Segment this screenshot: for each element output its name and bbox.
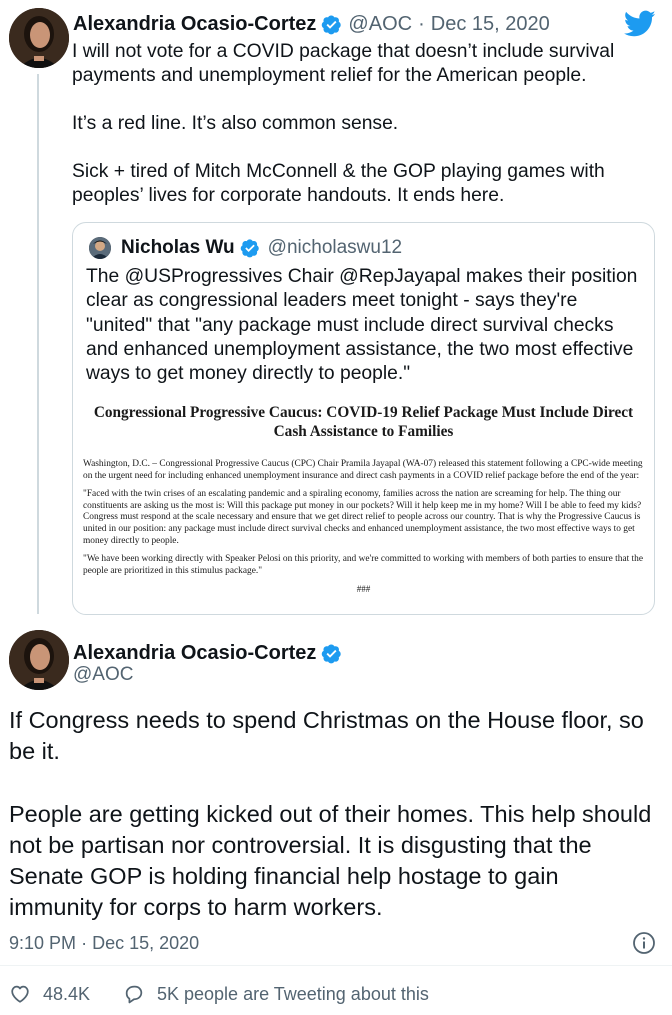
tweet-timestamp[interactable]: 9:10 PM · Dec 15, 2020	[9, 930, 199, 956]
author-name[interactable]: Alexandria Ocasio-Cortez	[73, 10, 316, 38]
tweeting-about-link[interactable]: 5K people are Tweeting about this	[157, 981, 429, 1007]
like-count[interactable]: 48.4K	[43, 981, 90, 1007]
heart-icon[interactable]	[9, 983, 31, 1005]
tweet-text: If Congress needs to spend Christmas on …	[9, 705, 659, 924]
tweet-paragraph: If Congress needs to spend Christmas on …	[9, 707, 644, 765]
tweet-actions: 48.4K 5K people are Tweeting about this	[0, 980, 672, 1008]
separator-dot: ·	[418, 13, 425, 35]
quoted-tweet-header: Nicholas Wu @nicholaswu12	[89, 235, 402, 261]
press-release-title: Congressional Progressive Caucus: COVID-…	[93, 404, 634, 440]
press-release-image[interactable]: Congressional Progressive Caucus: COVID-…	[73, 393, 654, 614]
tweet-paragraph: It’s a red line. It’s also common sense.	[72, 113, 399, 134]
thread-connector-line	[37, 74, 39, 614]
author-handle[interactable]: @AOC	[73, 662, 133, 688]
press-release-paragraph: "We have been working directly with Spea…	[83, 554, 644, 576]
tweet-date: Dec 15, 2020	[92, 933, 200, 953]
quoted-tweet-text: The @USProgressives Chair @RepJayapal ma…	[86, 266, 638, 385]
verified-badge-icon	[322, 14, 342, 34]
author-handle[interactable]: @AOC	[348, 10, 412, 38]
divider	[0, 965, 672, 966]
press-release-end-mark: ###	[356, 584, 371, 595]
avatar[interactable]	[9, 630, 69, 690]
press-release-paragraph: Washington, D.C. – Congressional Progres…	[83, 459, 643, 481]
verified-badge-icon	[240, 239, 259, 258]
tweet-time: 9:10 PM	[9, 933, 77, 953]
tweet-paragraph: People are getting kicked out of their h…	[9, 800, 652, 921]
avatar[interactable]	[9, 8, 69, 68]
verified-badge-icon	[322, 643, 342, 663]
separator-dot: ·	[81, 933, 88, 953]
tweet-text: I will not vote for a COVID package that…	[72, 40, 662, 208]
twitter-bird-icon[interactable]	[624, 10, 656, 38]
press-release-body: Washington, D.C. – Congressional Progres…	[77, 459, 650, 596]
quoted-tweet-card[interactable]: Nicholas Wu @nicholaswu12 The @USProgres…	[72, 222, 655, 615]
speech-bubble-icon[interactable]	[123, 983, 145, 1005]
press-release-paragraph: "Faced with the twin crises of an escala…	[83, 489, 642, 546]
quoted-author-name[interactable]: Nicholas Wu	[121, 235, 235, 261]
tweet-paragraph: Sick + tired of Mitch McConnell & the GO…	[72, 161, 605, 206]
tweet-paragraph: I will not vote for a COVID package that…	[72, 41, 615, 86]
tweet-header: Alexandria Ocasio-Cortez @AOC · Dec 15, …	[73, 10, 550, 38]
tweet-date[interactable]: Dec 15, 2020	[431, 10, 550, 38]
quoted-author-handle[interactable]: @nicholaswu12	[268, 235, 402, 261]
info-icon[interactable]	[632, 931, 656, 955]
quoted-author-avatar[interactable]	[89, 237, 111, 259]
